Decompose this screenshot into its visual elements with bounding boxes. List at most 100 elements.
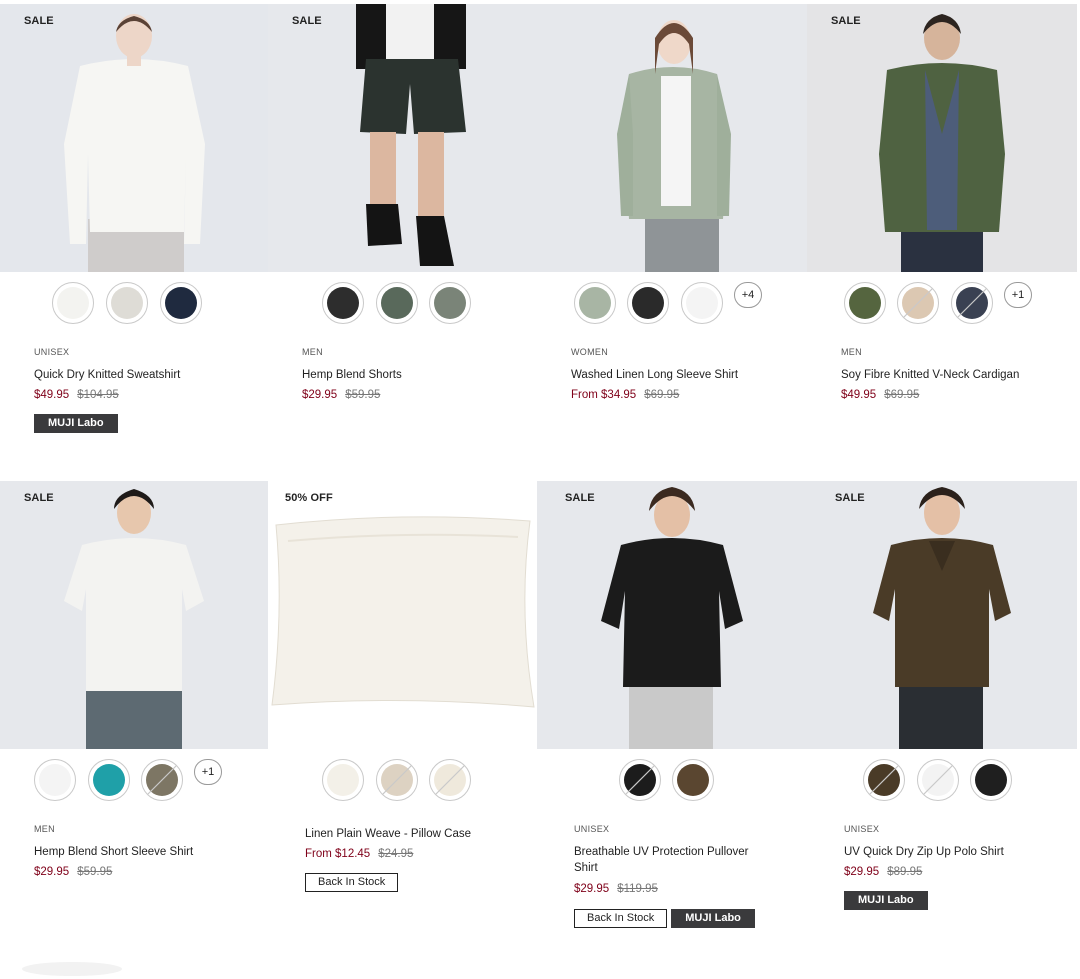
product-image[interactable]: SALE bbox=[0, 481, 268, 749]
sale-badge: SALE bbox=[292, 15, 322, 27]
color-swatches: +1 bbox=[807, 282, 1077, 326]
original-price: $89.95 bbox=[887, 866, 923, 878]
color-swatch[interactable] bbox=[429, 759, 471, 801]
product-name[interactable]: Linen Plain Weave - Pillow Case bbox=[305, 826, 525, 842]
product-image[interactable]: SALE bbox=[807, 481, 1077, 749]
sale-price: $29.95 bbox=[34, 866, 70, 878]
color-swatch[interactable] bbox=[951, 282, 993, 324]
sale-price: From $12.45 bbox=[305, 848, 371, 860]
color-swatches bbox=[0, 282, 268, 326]
product-price: $29.95 $59.95 bbox=[302, 389, 380, 401]
product-category: UNISEX bbox=[34, 347, 70, 357]
product-tags: Back In Stock bbox=[305, 873, 402, 893]
product-price: $29.95 $119.95 bbox=[574, 883, 658, 895]
color-swatch[interactable] bbox=[619, 759, 661, 801]
sale-badge: SALE bbox=[24, 492, 54, 504]
sale-price: $49.95 bbox=[34, 389, 70, 401]
product-card[interactable]: SALE MEN Hemp Blend Shorts $29.95 $59.95 bbox=[268, 4, 537, 464]
product-name[interactable]: Breathable UV Protection Pullover Shirt bbox=[574, 844, 774, 876]
original-price: $69.95 bbox=[644, 389, 680, 401]
original-price: $24.95 bbox=[378, 848, 414, 860]
color-swatch[interactable] bbox=[844, 282, 886, 324]
product-price: $49.95 $69.95 bbox=[841, 389, 919, 401]
color-swatch[interactable] bbox=[34, 759, 76, 801]
color-swatch[interactable] bbox=[574, 282, 616, 324]
product-category: MEN bbox=[841, 347, 862, 357]
sale-price: $29.95 bbox=[574, 883, 610, 895]
color-swatch[interactable] bbox=[627, 282, 669, 324]
color-swatches bbox=[268, 759, 537, 803]
product-category: MEN bbox=[34, 824, 55, 834]
sale-price: $49.95 bbox=[841, 389, 877, 401]
product-card[interactable]: +4 WOMEN Washed Linen Long Sleeve Shirt … bbox=[537, 4, 807, 464]
product-image[interactable] bbox=[537, 4, 807, 272]
muji-labo-tag: MUJI Labo bbox=[671, 909, 755, 928]
product-tags: MUJI Labo bbox=[34, 414, 118, 434]
product-tags: Back In Stock MUJI Labo bbox=[574, 909, 755, 929]
original-price: $69.95 bbox=[884, 389, 920, 401]
product-name[interactable]: Soy Fibre Knitted V-Neck Cardigan bbox=[841, 367, 1061, 383]
product-image[interactable]: 50% OFF bbox=[268, 481, 537, 749]
color-swatch[interactable] bbox=[897, 282, 939, 324]
product-price: From $34.95 $69.95 bbox=[571, 389, 679, 401]
sale-price: $29.95 bbox=[302, 389, 338, 401]
back-in-stock-tag: Back In Stock bbox=[574, 909, 668, 928]
product-name[interactable]: Hemp Blend Short Sleeve Shirt bbox=[34, 844, 254, 860]
color-swatches: +1 bbox=[0, 759, 268, 803]
product-card[interactable]: SALE +1 MEN Soy Fibre Knitted V-Neck Car… bbox=[807, 4, 1077, 464]
color-swatch[interactable] bbox=[917, 759, 959, 801]
discount-badge: 50% OFF bbox=[285, 492, 333, 504]
product-card[interactable]: 50% OFF Linen Plain Weave - Pillow Case … bbox=[268, 481, 537, 941]
product-price: $49.95 $104.95 bbox=[34, 389, 119, 401]
color-swatch[interactable] bbox=[322, 759, 364, 801]
color-swatches bbox=[807, 759, 1077, 803]
product-category: WOMEN bbox=[571, 347, 608, 357]
product-category: UNISEX bbox=[574, 824, 610, 834]
product-image[interactable]: SALE bbox=[807, 4, 1077, 272]
color-swatch[interactable] bbox=[322, 282, 364, 324]
color-swatch[interactable] bbox=[429, 282, 471, 324]
original-price: $59.95 bbox=[345, 389, 381, 401]
product-card[interactable]: SALE UNISEX UV Quick Dry Zip Up Polo Shi… bbox=[807, 481, 1077, 941]
sale-badge: SALE bbox=[565, 492, 595, 504]
sale-badge: SALE bbox=[831, 15, 861, 27]
original-price: $119.95 bbox=[617, 883, 658, 895]
product-price: From $12.45 $24.95 bbox=[305, 848, 413, 860]
product-price: $29.95 $89.95 bbox=[844, 866, 922, 878]
product-name[interactable]: Quick Dry Knitted Sweatshirt bbox=[34, 367, 254, 383]
product-card[interactable]: SALE UNISEX Quick Dry Knitted Sweatshirt… bbox=[0, 4, 268, 464]
product-row: SALE +1 MEN Hemp Blend Short Sleeve Shir… bbox=[0, 481, 1080, 941]
partial-image-edge bbox=[22, 962, 122, 976]
color-swatch[interactable] bbox=[376, 759, 418, 801]
product-card[interactable]: SALE UNISEX Breathable UV Protection Pul… bbox=[537, 481, 807, 941]
color-swatch[interactable] bbox=[160, 282, 202, 324]
color-swatch[interactable] bbox=[52, 282, 94, 324]
product-name[interactable]: UV Quick Dry Zip Up Polo Shirt bbox=[844, 844, 1064, 860]
product-category: MEN bbox=[302, 347, 323, 357]
product-image[interactable]: SALE bbox=[268, 4, 537, 272]
color-swatch[interactable] bbox=[672, 759, 714, 801]
color-swatch[interactable] bbox=[681, 282, 723, 324]
product-category: UNISEX bbox=[844, 824, 880, 834]
sale-price: $29.95 bbox=[844, 866, 880, 878]
more-colors-button[interactable]: +1 bbox=[194, 759, 222, 785]
product-image[interactable]: SALE bbox=[537, 481, 807, 749]
original-price: $59.95 bbox=[77, 866, 113, 878]
color-swatch[interactable] bbox=[970, 759, 1012, 801]
original-price: $104.95 bbox=[77, 389, 119, 401]
color-swatches: +4 bbox=[537, 282, 807, 326]
product-price: $29.95 $59.95 bbox=[34, 866, 112, 878]
color-swatches bbox=[537, 759, 807, 803]
color-swatch[interactable] bbox=[376, 282, 418, 324]
color-swatch[interactable] bbox=[863, 759, 905, 801]
color-swatch[interactable] bbox=[141, 759, 183, 801]
product-card[interactable]: SALE +1 MEN Hemp Blend Short Sleeve Shir… bbox=[0, 481, 268, 941]
product-row: SALE UNISEX Quick Dry Knitted Sweatshirt… bbox=[0, 4, 1080, 464]
product-image[interactable]: SALE bbox=[0, 4, 268, 272]
product-name[interactable]: Washed Linen Long Sleeve Shirt bbox=[571, 367, 791, 383]
more-colors-button[interactable]: +1 bbox=[1004, 282, 1032, 308]
more-colors-button[interactable]: +4 bbox=[734, 282, 762, 308]
product-name[interactable]: Hemp Blend Shorts bbox=[302, 367, 522, 383]
color-swatch[interactable] bbox=[106, 282, 148, 324]
color-swatch[interactable] bbox=[88, 759, 130, 801]
